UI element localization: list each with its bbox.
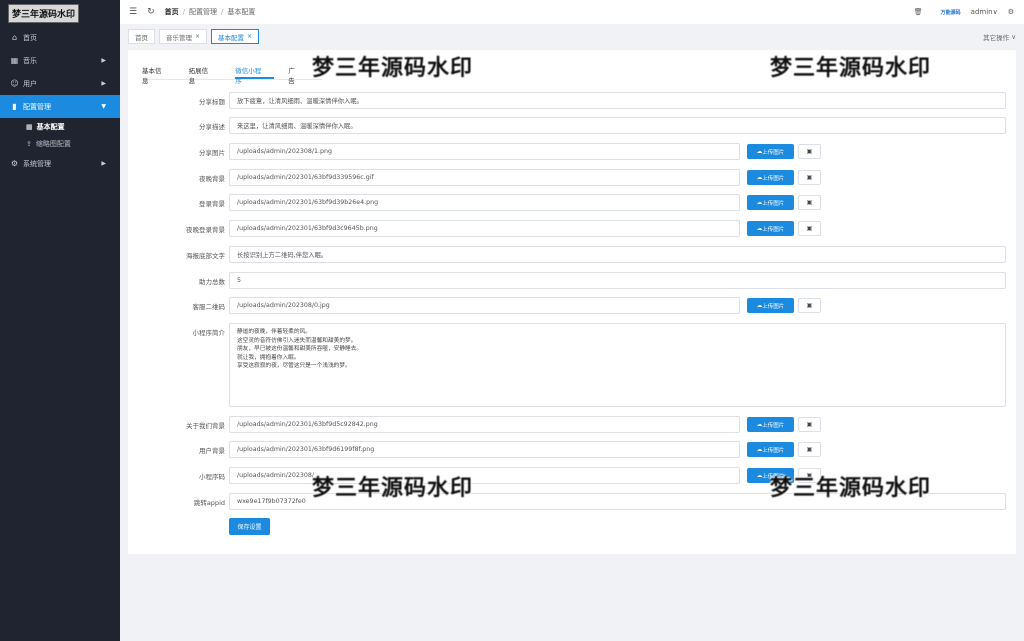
watermark: 梦三年源码水印 xyxy=(770,476,932,501)
tab-bar: 首页 音乐管理 × 基本配置 × 其它操作 ∨ xyxy=(120,28,1024,45)
bar-chart-icon: ▮ xyxy=(12,102,17,111)
image-icon: ▣ xyxy=(806,421,813,428)
settings-icon[interactable]: ⚙ xyxy=(1008,8,1014,16)
breadcrumb: 首页 / 配置管理 / 基本配置 xyxy=(164,8,256,16)
mini-qrcode-input[interactable]: /uploads/admin/202308/ xyxy=(229,467,740,484)
save-settings-button[interactable]: 保存设置 xyxy=(229,518,270,535)
close-icon[interactable]: × xyxy=(247,33,252,40)
upload-button[interactable]: ☁ 上传图片 xyxy=(747,221,794,236)
watermark: 梦三年源码水印 xyxy=(312,56,474,81)
image-icon: ▣ xyxy=(806,199,813,206)
image-icon: ▣ xyxy=(806,174,813,181)
header-right: 🗑 万能源码 admin∨ ⚙ xyxy=(914,0,1014,24)
chevron-right-icon: ▶ xyxy=(101,80,106,87)
upload-button[interactable]: ☁ 上传图片 xyxy=(747,144,794,159)
field-night-bg: 夜晚背景 /uploads/admin/202301/63bf9d339596c… xyxy=(128,169,1016,186)
sidebar-subitem-thumbnail-config[interactable]: ⇪ 缩略图配置 xyxy=(0,135,120,152)
user-menu[interactable]: admin∨ xyxy=(971,8,998,16)
field-share-title: 分享标题 放下疲惫，让清风细雨、温暖深情伴你入眠。 xyxy=(128,92,1016,109)
refresh-icon[interactable]: ↻ xyxy=(147,7,155,17)
share-desc-input[interactable]: 来这里，让清风细雨、温暖深情伴你入眠。 xyxy=(229,117,1006,134)
sidebar-item-home[interactable]: ⌂ 首页 xyxy=(0,26,120,49)
brand-logo: 万能源码 xyxy=(940,9,961,16)
mini-intro-textarea[interactable]: 静谧的夜晚，伴着轻柔的风。 这空灵的音符仿佛引入迷失而温馨和甜美的梦。 朋友，早… xyxy=(229,323,1006,407)
upload-button[interactable]: ☁ 上传图片 xyxy=(747,298,794,313)
share-title-input[interactable]: 放下疲惫，让清风细雨、温暖深情伴你入眠。 xyxy=(229,92,1006,109)
assist-total-input[interactable]: 5 xyxy=(229,272,1006,289)
user-icon: ☺ xyxy=(10,79,19,88)
login-bg-input[interactable]: /uploads/admin/202301/63bf9d39b26e4.png xyxy=(229,194,740,211)
share-image-input[interactable]: /uploads/admin/202308/1.png xyxy=(229,143,740,160)
subtab-basic-info[interactable]: 基本信息 xyxy=(142,65,175,85)
breadcrumb-home[interactable]: 首页 xyxy=(165,8,179,16)
night-login-bg-input[interactable]: /uploads/admin/202301/63bf9d3c9645b.png xyxy=(229,220,740,237)
preview-image-button[interactable]: ▣ xyxy=(798,417,821,432)
image-icon: ▣ xyxy=(806,148,813,155)
config-subtabs: 基本信息 拓展信息 微信小程序 广告 xyxy=(142,65,322,85)
chevron-down-icon: ∨ xyxy=(1011,32,1016,41)
poster-text-input[interactable]: 长按识别上方二维码,伴您入眠。 xyxy=(229,246,1006,263)
sidebar-item-user[interactable]: ☺ 用户 ▶ xyxy=(0,72,120,95)
service-qrcode-input[interactable]: /uploads/admin/202308/0.jpg xyxy=(229,297,740,314)
grid-icon: ▦ xyxy=(10,56,19,65)
field-login-bg: 登录背景 /uploads/admin/202301/63bf9d39b26e4… xyxy=(128,194,1016,211)
preview-image-button[interactable]: ▣ xyxy=(798,144,821,159)
chevron-right-icon: ▶ xyxy=(101,57,106,64)
home-icon: ⌂ xyxy=(11,33,18,42)
close-icon[interactable]: × xyxy=(195,33,200,40)
tab-music-manage[interactable]: 音乐管理 × xyxy=(159,29,208,44)
tab-home[interactable]: 首页 xyxy=(128,29,155,44)
field-share-desc: 分享描述 来这里，让清风细雨、温暖深情伴你入眠。 xyxy=(128,117,1016,134)
breadcrumb-page: 基本配置 xyxy=(227,8,256,16)
sidebar-item-music[interactable]: ▦ 音乐 ▶ xyxy=(0,49,120,72)
gear-icon: ⚙ xyxy=(10,159,19,168)
sidebar: 梦三年源码水印 ⌂ 首页 ▦ 音乐 ▶ ☺ 用户 ▶ ▮ 配置管理 ▼ ▦ 基本配置 ⇪ 缩略图配… xyxy=(0,0,120,641)
field-assist-total: 助力总数 5 xyxy=(128,272,1016,289)
preview-image-button[interactable]: ▣ xyxy=(798,442,821,457)
about-bg-input[interactable]: /uploads/admin/202301/63bf9d5c92842.png xyxy=(229,416,740,433)
trash-icon[interactable]: 🗑 xyxy=(914,8,923,16)
subtab-wechat-mini[interactable]: 微信小程序 xyxy=(235,65,275,85)
field-night-login-bg: 夜晚登录背景 /uploads/admin/202301/63bf9d3c964… xyxy=(128,220,1016,237)
subtab-ads[interactable]: 广告 xyxy=(288,65,308,85)
upload-button[interactable]: ☁ 上传图片 xyxy=(747,417,794,432)
grid-icon: ▦ xyxy=(26,122,33,131)
field-share-image: 分享图片 /uploads/admin/202308/1.png ☁ 上传图片 ▣ xyxy=(128,143,1016,160)
field-mini-intro: 小程序简介 静谧的夜晚，伴着轻柔的风。 这空灵的音符仿佛引入迷失而温馨和甜美的梦… xyxy=(128,323,1016,407)
preview-image-button[interactable]: ▣ xyxy=(798,195,821,210)
preview-image-button[interactable]: ▣ xyxy=(798,170,821,185)
watermark: 梦三年源码水印 xyxy=(312,476,474,501)
upload-button[interactable]: ☁ 上传图片 xyxy=(747,170,794,185)
watermark: 梦三年源码水印 xyxy=(770,56,932,81)
sidebar-item-config[interactable]: ▮ 配置管理 ▼ xyxy=(0,95,120,118)
subtab-ext-info[interactable]: 拓展信息 xyxy=(189,65,222,85)
image-icon: ▣ xyxy=(806,446,813,453)
upload-button[interactable]: ☁ 上传图片 xyxy=(747,442,794,457)
night-bg-input[interactable]: /uploads/admin/202301/63bf9d339596c.gif xyxy=(229,169,740,186)
field-poster-text: 海报底部文字 长按识别上方二维码,伴您入眠。 xyxy=(128,246,1016,263)
breadcrumb-section: 配置管理 xyxy=(188,8,217,16)
preview-image-button[interactable]: ▣ xyxy=(798,221,821,236)
topbar: ☰ ↻ 首页 / 配置管理 / 基本配置 🗑 万能源码 admin∨ ⚙ xyxy=(120,0,1024,24)
field-about-bg: 关于我们背景 /uploads/admin/202301/63bf9d5c928… xyxy=(128,416,1016,433)
sidebar-item-system[interactable]: ⚙ 系统管理 ▶ xyxy=(0,152,120,175)
chevron-right-icon: ▶ xyxy=(101,160,106,167)
preview-image-button[interactable]: ▣ xyxy=(798,298,821,313)
chevron-down-icon: ∨ xyxy=(992,8,998,16)
chevron-down-icon: ▼ xyxy=(101,103,106,110)
field-service-qrcode: 客服二维码 /uploads/admin/202308/0.jpg ☁ 上传图片 … xyxy=(128,297,1016,314)
upload-button[interactable]: ☁ 上传图片 xyxy=(747,195,794,210)
field-user-bg: 用户背景 /uploads/admin/202301/63bf9d6199f8f… xyxy=(128,441,1016,458)
sidebar-subitem-basic-config[interactable]: ▦ 基本配置 xyxy=(0,118,120,135)
image-icon: ▣ xyxy=(806,302,813,309)
upload-icon: ⇪ xyxy=(26,139,32,148)
tab-basic-config[interactable]: 基本配置 × xyxy=(211,29,260,44)
image-icon: ▣ xyxy=(806,225,813,232)
user-bg-input[interactable]: /uploads/admin/202301/63bf9d6199f8f.png xyxy=(229,441,740,458)
other-ops-dropdown[interactable]: 其它操作 ∨ xyxy=(983,28,1016,45)
menu-toggle-icon[interactable]: ☰ xyxy=(129,7,137,17)
logo: 梦三年源码水印 xyxy=(0,0,120,26)
